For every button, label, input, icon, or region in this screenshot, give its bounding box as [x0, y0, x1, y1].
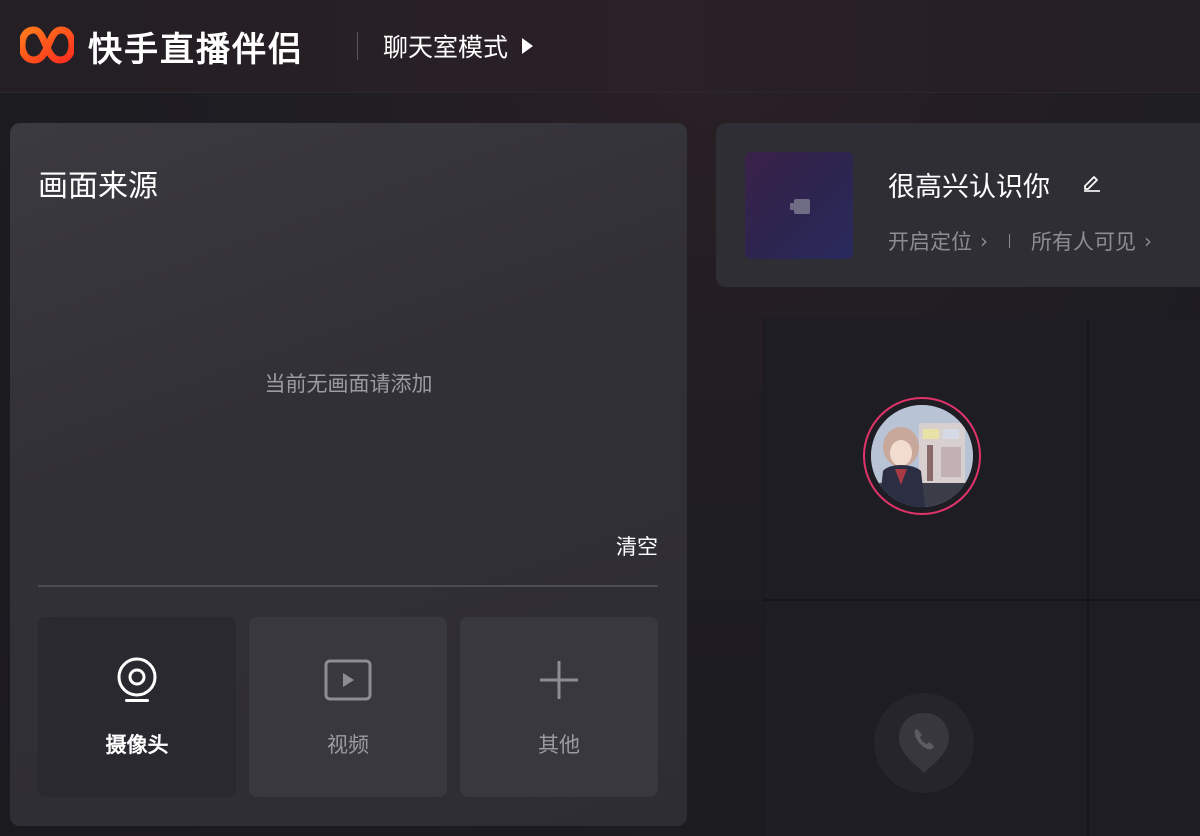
panel-title: 画面来源: [38, 169, 158, 204]
room-title: 很高兴认识你: [888, 172, 1050, 203]
visibility-selector[interactable]: 所有人可见 ›: [1031, 226, 1152, 256]
room-info-card: 很高兴认识你 开启定位 › 所有人可见 ›: [716, 123, 1200, 287]
chevron-right-icon: ›: [1144, 229, 1152, 253]
panel-divider: [38, 585, 658, 587]
triangle-right-icon: [522, 38, 534, 54]
grid-divider: [763, 318, 764, 836]
chatroom-seat-grid: [763, 318, 1200, 836]
app-window: 快手直播伴侣 聊天室模式 画面来源 当前无画面请添加 清空 摄像头 视频 其他 …: [0, 0, 1200, 836]
room-meta-row: 开启定位 › 所有人可见 ›: [888, 226, 1152, 256]
chevron-right-icon: ›: [980, 229, 988, 253]
image-placeholder-icon: [790, 199, 810, 214]
grid-divider: [1087, 318, 1089, 836]
add-camera-button[interactable]: 摄像头: [38, 617, 236, 797]
visibility-label: 所有人可见: [1031, 230, 1136, 254]
top-header: 快手直播伴侣 聊天室模式: [0, 0, 1200, 93]
location-toggle[interactable]: 开启定位 ›: [888, 226, 988, 256]
empty-hint: 当前无画面请添加: [264, 372, 433, 396]
phone-location-icon: [899, 713, 949, 773]
clear-button[interactable]: 清空: [616, 531, 658, 561]
kuaishou-logo-icon: [20, 26, 74, 64]
header-divider: [357, 32, 358, 60]
app-title: 快手直播伴侣: [88, 30, 304, 70]
grid-divider: [763, 599, 1200, 601]
other-label: 其他: [538, 733, 580, 757]
video-label: 视频: [327, 733, 369, 757]
call-seat-button[interactable]: [874, 693, 974, 793]
room-cover[interactable]: [745, 152, 853, 259]
avatar: [871, 405, 973, 507]
meta-separator: [1009, 234, 1010, 248]
source-panel: 画面来源 当前无画面请添加 清空 摄像头 视频 其他: [10, 123, 687, 826]
add-other-button[interactable]: 其他: [460, 617, 658, 797]
camera-label: 摄像头: [105, 733, 169, 757]
plus-icon: [540, 661, 578, 699]
host-avatar-seat[interactable]: [863, 397, 981, 515]
video-play-icon: [324, 659, 372, 701]
mode-switch-button[interactable]: 聊天室模式: [383, 28, 534, 64]
avatar-image: [871, 405, 973, 507]
source-type-tiles: 摄像头 视频 其他: [38, 617, 658, 797]
mode-label: 聊天室模式: [383, 33, 509, 62]
edit-pencil-icon[interactable]: [1082, 172, 1102, 192]
camera-icon: [117, 657, 157, 702]
location-label: 开启定位: [888, 230, 972, 254]
add-video-button[interactable]: 视频: [249, 617, 447, 797]
